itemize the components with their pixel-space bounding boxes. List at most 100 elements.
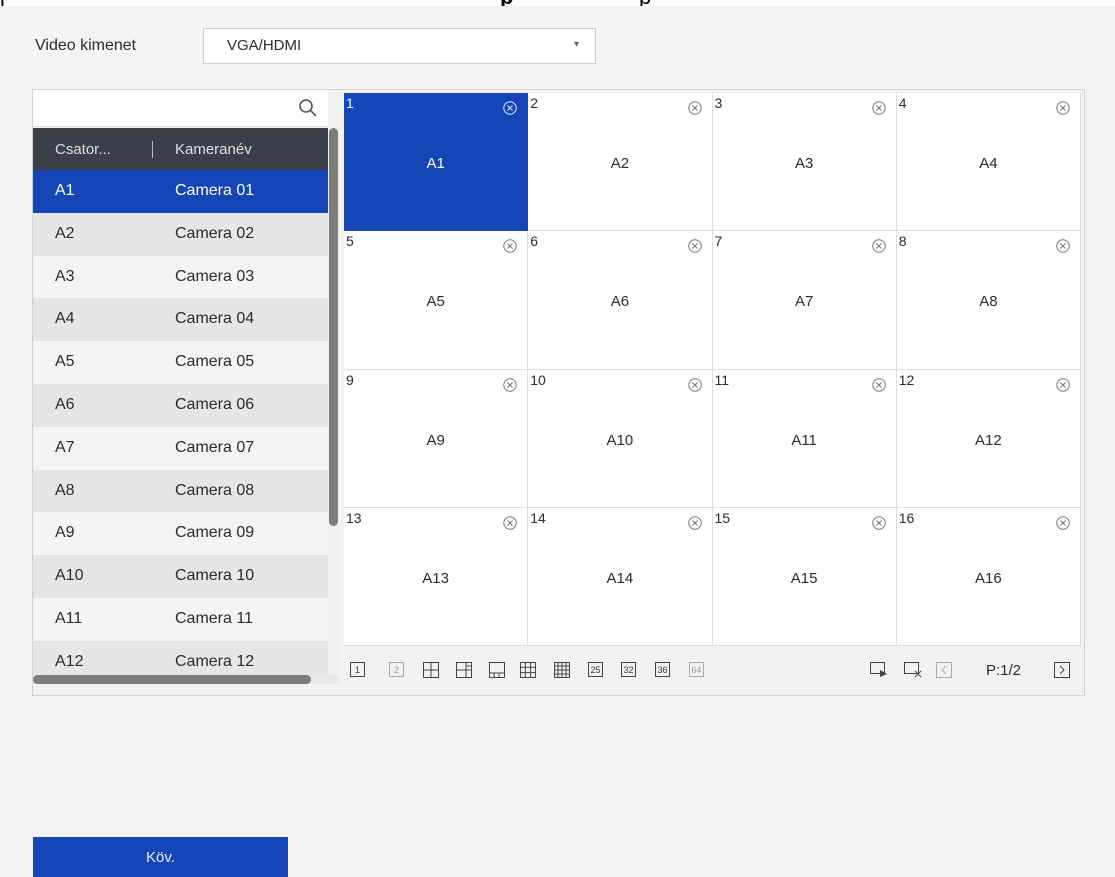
channel-list-header: Csator... Kameranév [33,128,328,170]
close-icon[interactable] [1056,516,1070,530]
close-icon[interactable] [872,377,886,392]
layout-1-button[interactable]: 1 [350,662,365,677]
channel-list-row[interactable]: A3 Camera 03 [33,255,328,299]
channel-list-row[interactable]: A5 Camera 05 [33,341,328,384]
close-icon[interactable] [1056,239,1070,253]
window-number: 14 [530,509,546,526]
camera-grid: 1 A1 2 A2 3 A3 4 A4 5 A5 6 A6 7 A7 8 A8 9 A9 10 A10 11 A11 12 A… [344,93,1081,646]
clipped-glyph: p [639,0,651,6]
window-number: 2 [530,95,539,111]
camera-window[interactable]: 1 A1 [344,93,529,232]
camera-window[interactable]: 11 A11 [712,369,897,508]
camera-name: Camera 11 [175,609,253,627]
window-channel-label: A8 [979,293,998,311]
layout-32-button[interactable]: 32 [621,662,636,677]
channel-list-row[interactable]: A7 Camera 07 [33,426,328,470]
layout-25-button[interactable]: 25 [588,662,603,677]
channel-list-row[interactable]: A10 Camera 10 [33,555,328,598]
close-icon[interactable] [503,239,517,253]
close-icon[interactable] [687,516,702,530]
previous-page-icon[interactable] [936,662,952,678]
clipped-glyph: p [500,0,513,6]
close-icon[interactable] [1056,101,1070,115]
layout-36-button[interactable]: 36 [655,662,670,677]
window-channel-label: A16 [975,569,1002,587]
close-icon[interactable] [1056,377,1070,392]
channel-id: A9 [55,524,75,542]
window-number: 4 [898,95,907,111]
top-clipped-text: j p p [0,0,1115,6]
window-channel-label: A2 [610,155,630,172]
close-icon[interactable] [503,377,517,392]
camera-window[interactable]: 16 A16 [896,507,1081,646]
camera-window[interactable]: 10 A10 [528,369,713,508]
camera-window[interactable]: 14 A14 [528,507,713,646]
channel-id: A7 [55,438,75,456]
layout-2-button[interactable]: 2 [389,662,404,677]
window-channel-label: A5 [426,293,445,311]
page-indicator: P:1/2 [986,662,1022,679]
close-icon[interactable] [872,239,886,253]
camera-window[interactable]: 13 A13 [344,507,529,646]
start-sequence-icon[interactable] [870,662,888,678]
channel-list-vertical-scrollbar[interactable] [328,128,339,684]
channel-id: A6 [55,395,75,413]
camera-window[interactable]: 7 A7 [712,231,897,370]
channel-list-row[interactable]: A4 Camera 04 [33,298,328,342]
close-icon[interactable] [872,516,886,530]
layout-16-icon[interactable] [554,662,570,678]
layout-9-icon[interactable] [520,662,536,678]
layout-6-icon[interactable] [456,662,472,678]
window-channel-label: A9 [426,431,445,449]
close-icon[interactable] [687,101,702,115]
video-output-select[interactable]: VGA/HDMI ▾ [203,28,596,64]
channel-search-input[interactable] [33,90,328,127]
window-number: 9 [346,371,354,388]
next-page-icon[interactable] [1054,662,1070,678]
close-icon[interactable] [503,516,517,530]
layout-4-icon[interactable] [423,662,439,678]
camera-window[interactable]: 9 A9 [344,369,529,508]
close-icon[interactable] [872,101,886,115]
channel-list-row[interactable]: A2 Camera 02 [33,212,328,256]
channel-list-rows: A1 Camera 01 A2 Camera 02 A3 Camera 03 A4 Camer… [33,170,328,684]
close-icon[interactable] [687,239,702,253]
channel-id: A2 [55,224,75,242]
search-icon [299,99,317,117]
camera-name: Camera 01 [175,182,255,199]
channel-id: A4 [55,310,75,328]
layout-8-icon[interactable] [489,662,505,678]
window-number: 16 [898,509,915,526]
channel-list-row[interactable]: A9 Camera 09 [33,512,328,556]
channel-list-row[interactable]: A11 Camera 11 [33,597,328,641]
channel-list-row[interactable]: A1 Camera 01 [33,170,328,213]
scrollbar-thumb[interactable] [33,675,311,684]
camera-window[interactable]: 6 A6 [528,231,713,370]
camera-window[interactable]: 2 A2 [528,93,713,232]
camera-window[interactable]: 12 A12 [896,369,1081,508]
stop-sequence-icon[interactable] [904,662,922,678]
camera-window[interactable]: 4 A4 [896,93,1081,232]
camera-window[interactable]: 5 A5 [344,231,529,370]
window-number: 12 [898,371,915,388]
next-button[interactable]: Köv. [33,837,288,877]
channel-id: A8 [55,481,75,499]
column-header-channel[interactable]: Csator... [55,141,111,158]
layout-64-button[interactable]: 64 [689,662,704,677]
channel-list-horizontal-scrollbar[interactable] [33,675,339,684]
scrollbar-thumb[interactable] [329,128,338,526]
camera-window[interactable]: 15 A15 [712,507,897,646]
camera-window[interactable]: 8 A8 [896,231,1081,370]
window-number: 6 [530,233,539,250]
column-header-camera-name[interactable]: Kameranév [175,141,252,158]
camera-window[interactable]: 3 A3 [712,93,897,232]
close-icon[interactable] [687,377,702,392]
window-channel-label: A7 [794,293,814,311]
camera-name: Camera 04 [175,310,255,328]
window-channel-label: A13 [422,569,449,587]
window-channel-label: A15 [790,569,818,587]
channel-id: A5 [55,353,75,371]
channel-list-row[interactable]: A6 Camera 06 [33,383,328,427]
close-icon[interactable] [503,101,517,115]
channel-list-row[interactable]: A8 Camera 08 [33,469,328,513]
